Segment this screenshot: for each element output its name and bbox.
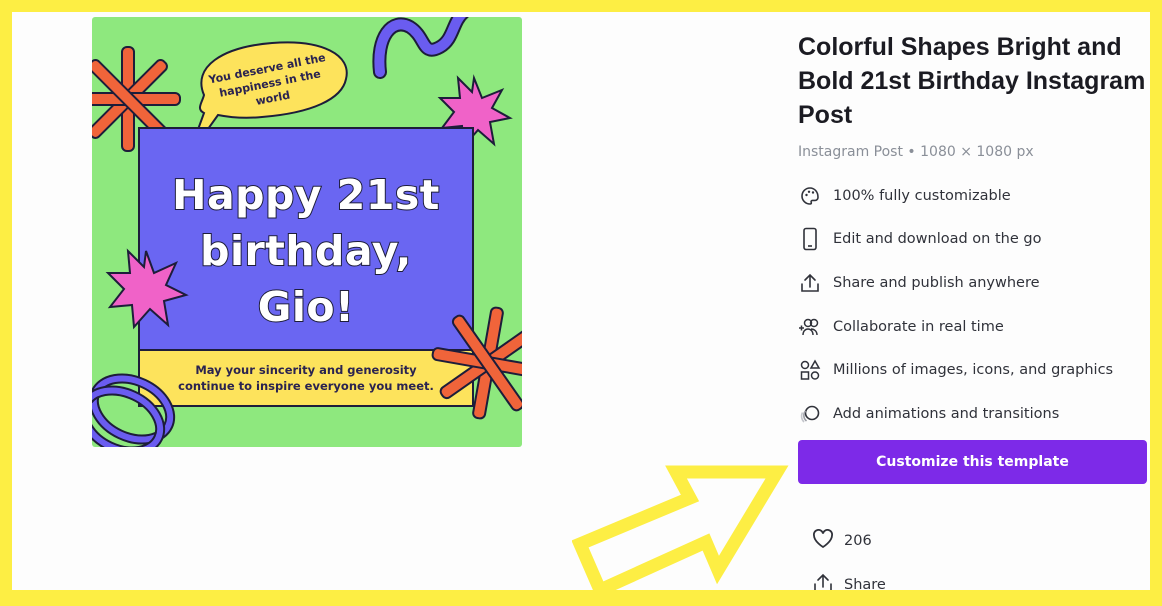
customize-template-button[interactable]: Customize this template — [798, 440, 1147, 484]
feature-label: Share and publish anywhere — [833, 274, 1040, 291]
feature-label: Millions of images, icons, and graphics — [833, 362, 1114, 379]
template-subtitle: Instagram Post • 1080 × 1080 px — [798, 144, 1034, 160]
orange-starburst-bottom — [431, 306, 522, 420]
feature-label: Edit and download on the go — [833, 231, 1042, 248]
phone-icon — [798, 227, 822, 251]
pink-star-left — [105, 248, 189, 330]
palette-icon — [798, 184, 822, 208]
template-info: Colorful Shapes Bright and Bold 21st Bir… — [798, 30, 1148, 436]
page: You deserve all the happiness in the wor… — [12, 12, 1150, 590]
purple-rings — [92, 373, 176, 447]
feature-item: Edit and download on the go — [798, 218, 1148, 262]
annotation-arrow — [572, 465, 789, 590]
feature-label: Collaborate in real time — [833, 318, 1004, 335]
feature-list: 100% fully customizable Edit and downloa… — [798, 174, 1148, 436]
feature-item: Millions of images, icons, and graphics — [798, 348, 1148, 392]
feature-item: 100% fully customizable — [798, 174, 1148, 218]
share-icon — [812, 572, 834, 590]
preview-front-decorations — [92, 248, 522, 447]
upload-icon — [798, 271, 822, 295]
feature-label: 100% fully customizable — [833, 187, 1011, 204]
heart-icon — [812, 529, 834, 553]
animation-icon — [798, 402, 822, 426]
feature-label: Add animations and transitions — [833, 405, 1060, 422]
feature-item: Share and publish anywhere — [798, 261, 1148, 305]
like-count: 206 — [844, 533, 872, 549]
shapes-icon — [798, 358, 822, 382]
feature-item: Collaborate in real time — [798, 305, 1148, 349]
collaborate-icon — [798, 315, 822, 339]
share-label: Share — [844, 577, 886, 590]
feature-item: Add animations and transitions — [798, 392, 1148, 436]
share-button[interactable]: Share — [812, 572, 886, 590]
template-title: Colorful Shapes Bright and Bold 21st Bir… — [798, 33, 1146, 129]
template-preview[interactable]: You deserve all the happiness in the wor… — [92, 17, 522, 447]
like-button[interactable]: 206 — [812, 529, 872, 553]
